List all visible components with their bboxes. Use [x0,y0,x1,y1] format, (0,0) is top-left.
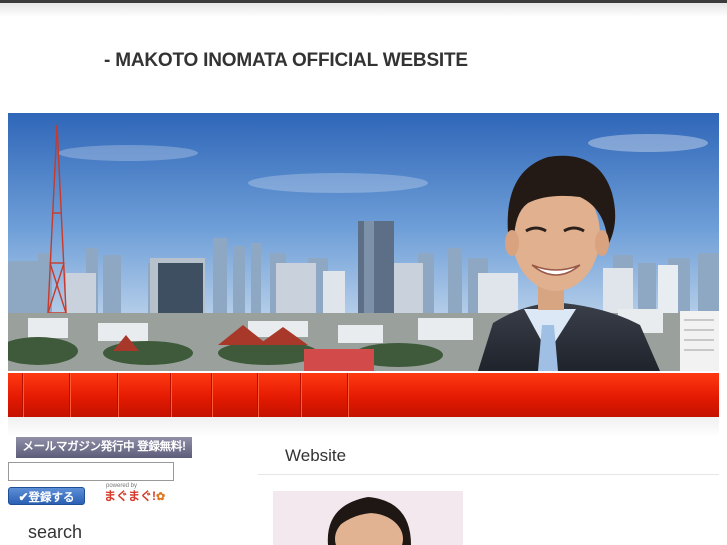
header-banner-image [8,113,719,371]
nav-item-2[interactable] [23,373,70,417]
search-heading: search [28,522,83,542]
flower-icon: ✿ [156,491,166,503]
nav-item-3[interactable] [70,373,118,417]
check-icon: ✔ [18,490,29,504]
mailmag-banner[interactable]: メールマガジン発行中 登録無料! [16,437,192,458]
main-heading: Website [285,446,347,465]
profile-photo [273,491,463,545]
site-title: - MAKOTO INOMATA OFFICIAL WEBSITE [104,50,468,71]
nav-item-7[interactable] [258,373,301,417]
nav-underband [8,417,719,437]
mag2-logo-text: まぐまぐ! [104,489,156,503]
nav-item-5[interactable] [171,373,212,417]
main-nav-bar [8,373,719,417]
nav-item-4[interactable] [118,373,171,417]
register-button[interactable]: ✔登録する [8,487,85,505]
register-button-label: 登録する [28,492,75,504]
nav-item-1[interactable] [8,373,23,417]
nav-item-8[interactable] [301,373,348,417]
main-divider [258,474,719,475]
nav-item-6[interactable] [212,373,258,417]
nav-item-9[interactable] [348,373,719,417]
mag2-logo[interactable]: まぐまぐ!✿ [104,489,165,504]
mailmag-email-input[interactable] [8,462,174,481]
top-fade [0,3,727,17]
